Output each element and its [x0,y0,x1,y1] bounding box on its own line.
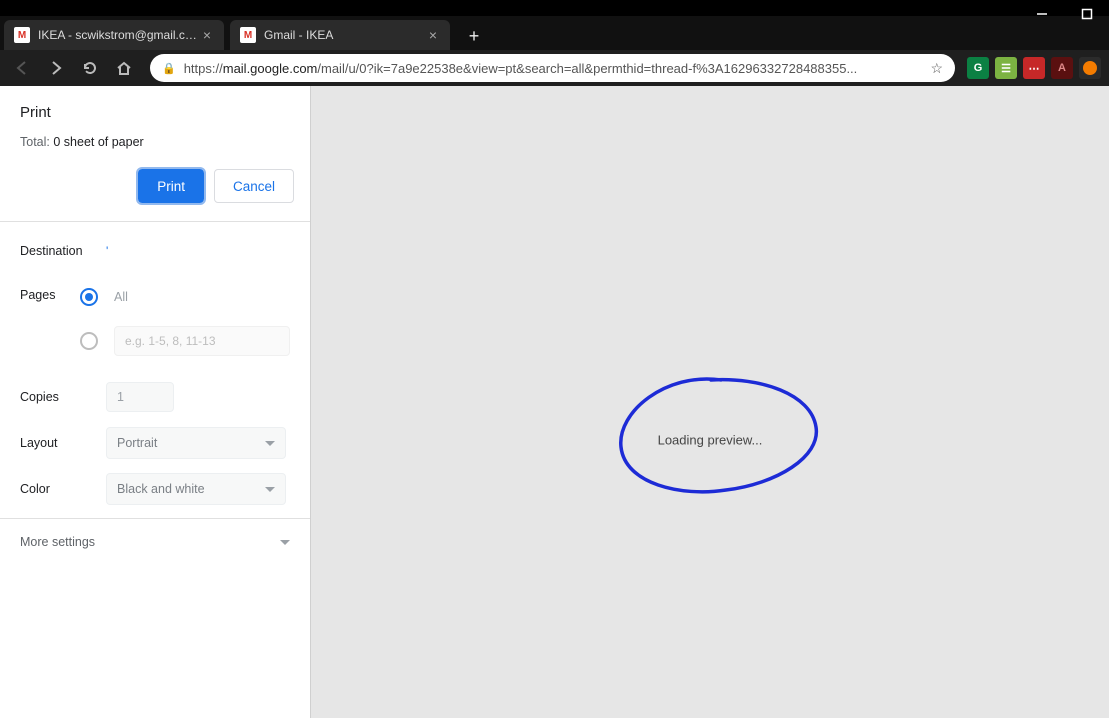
window-titlebar [0,0,1109,16]
layout-select[interactable]: Portrait [106,427,286,459]
pages-all-radio[interactable] [80,288,98,306]
lock-icon: 🔒 [162,62,176,75]
url-text: https://mail.google.com/mail/u/0?ik=7a9e… [184,61,923,76]
reload-button[interactable] [76,54,104,82]
print-sidebar: Print Total: 0 sheet of paper Print Canc… [0,86,311,718]
more-settings-label: More settings [20,535,95,549]
print-total-label: Total: [20,135,53,149]
address-bar[interactable]: 🔒 https://mail.google.com/mail/u/0?ik=7a… [150,54,955,82]
chevron-down-icon [280,540,290,545]
gmail-favicon-icon: M [240,27,256,43]
more-settings-toggle[interactable]: More settings [0,519,310,565]
gmail-favicon-icon: M [14,27,30,43]
url-scheme: https:// [184,61,223,76]
page-content: Print Total: 0 sheet of paper Print Canc… [0,86,1109,718]
browser-tab-1[interactable]: M IKEA - scwikstrom@gmail.com - G × [4,20,224,50]
new-tab-button[interactable]: + [460,22,488,50]
pages-label: Pages [20,288,80,302]
tab-close-icon[interactable]: × [426,28,440,42]
browser-toolbar: 🔒 https://mail.google.com/mail/u/0?ik=7a… [0,50,1109,86]
forward-button[interactable] [42,54,70,82]
copies-input[interactable]: 1 [106,382,174,412]
print-preview-area: Loading preview... [311,86,1109,718]
loading-preview-text: Loading preview... [658,432,763,447]
pages-custom-radio[interactable] [80,332,98,350]
destination-value[interactable]: ' [106,244,290,258]
layout-value: Portrait [117,436,157,450]
window-maximize-button[interactable] [1064,0,1109,28]
tab-close-icon[interactable]: × [200,28,214,42]
pages-all-label: All [114,290,128,304]
back-button[interactable] [8,54,36,82]
cancel-button[interactable]: Cancel [214,169,294,203]
pages-custom-input[interactable]: e.g. 1-5, 8, 11-13 [114,326,290,356]
url-host: mail.google.com [223,61,318,76]
print-total-value: 0 sheet of paper [53,135,143,149]
print-button[interactable]: Print [138,169,204,203]
print-total: Total: 0 sheet of paper [20,135,290,149]
extension-icon-5[interactable] [1079,57,1101,79]
url-path: /mail/u/0?ik=7a9e22538e&view=pt&search=a… [317,61,857,76]
destination-label: Destination [20,244,106,258]
extension-icon-1[interactable]: G [967,57,989,79]
window-minimize-button[interactable] [1019,0,1064,28]
chevron-down-icon [265,441,275,446]
tab-title: Gmail - IKEA [264,28,426,42]
chevron-down-icon [265,487,275,492]
layout-label: Layout [20,436,106,450]
extension-icon-2[interactable]: ☰ [995,57,1017,79]
color-select[interactable]: Black and white [106,473,286,505]
browser-tabstrip: M IKEA - scwikstrom@gmail.com - G × M Gm… [0,16,1109,50]
color-value: Black and white [117,482,205,496]
print-title: Print [20,104,290,121]
tab-title: IKEA - scwikstrom@gmail.com - G [38,28,200,42]
extension-icon-4[interactable]: A [1051,57,1073,79]
browser-tab-2[interactable]: M Gmail - IKEA × [230,20,450,50]
bookmark-star-icon[interactable]: ☆ [930,60,943,77]
extension-icon-3[interactable]: ⋯ [1023,57,1045,79]
color-label: Color [20,482,106,496]
home-button[interactable] [110,54,138,82]
copies-label: Copies [20,390,106,404]
window-controls [1019,0,1109,28]
